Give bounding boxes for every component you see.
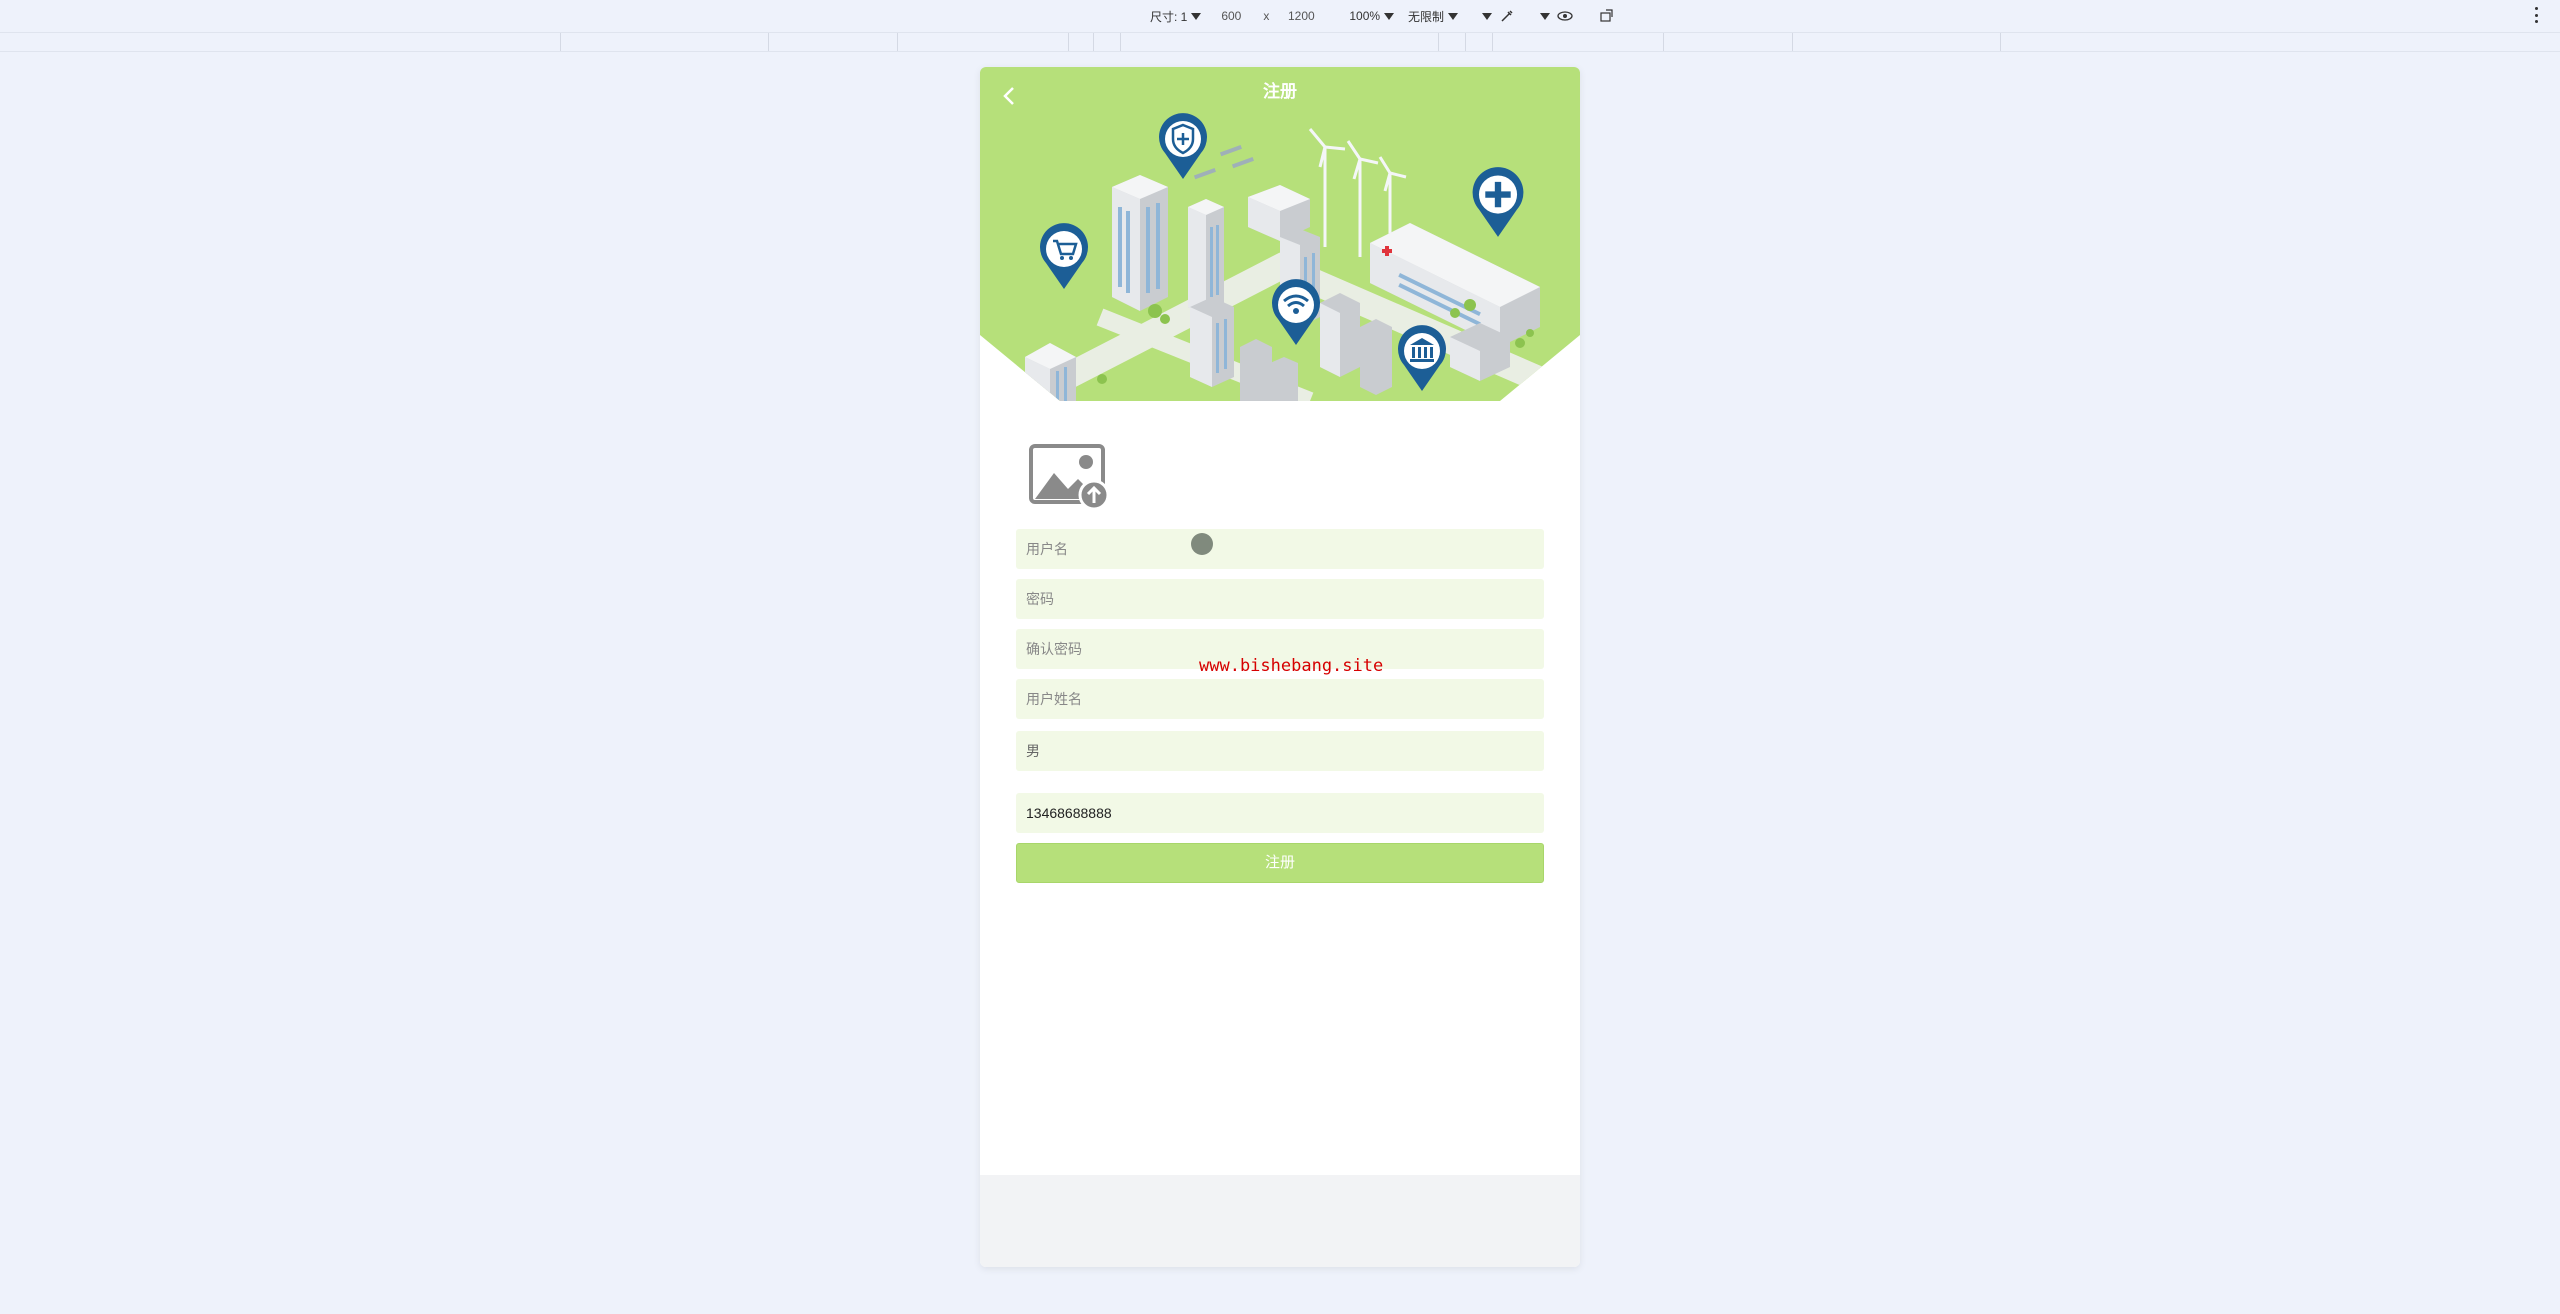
device-toolbar: 尺寸: 1 600 x 1200 100% 无限制 (1150, 6, 1616, 26)
chevron-down-icon[interactable] (1482, 12, 1493, 20)
username-input[interactable] (1026, 529, 1544, 569)
hero-banner (980, 67, 1580, 401)
throttle-label: 无限制 (1408, 9, 1445, 24)
touch-cursor (1191, 533, 1213, 555)
password-field[interactable] (1016, 579, 1544, 619)
phone-input[interactable] (1026, 793, 1544, 833)
name-input[interactable] (1026, 679, 1544, 719)
medical-cross-pin-icon (1472, 167, 1524, 237)
phone-field[interactable] (1016, 793, 1544, 833)
chevron-down-icon (1191, 12, 1202, 20)
chevron-left-icon (1003, 87, 1014, 105)
watermark-text: www.bishebang.site (1199, 656, 1384, 676)
bank-pin-icon (1398, 325, 1446, 391)
cart-pin-icon (1040, 223, 1088, 289)
eyedropper-icon[interactable] (1498, 7, 1516, 25)
gender-value: 男 (1026, 743, 1040, 759)
media-query-ruler (0, 32, 2560, 52)
height-input[interactable]: 1200 (1277, 9, 1325, 23)
register-button[interactable]: 注册 (1016, 843, 1544, 883)
rotate-icon[interactable] (1598, 7, 1616, 25)
wifi-pin-icon (1272, 279, 1320, 345)
zoom-label: 100% (1349, 9, 1381, 23)
gender-select[interactable]: 男 (1016, 731, 1544, 771)
more-options-icon[interactable] (2534, 7, 2538, 23)
times-sign: x (1263, 9, 1270, 23)
chevron-down-icon (1448, 12, 1459, 20)
footer-bar (980, 1175, 1580, 1267)
image-upload-icon (1029, 444, 1110, 511)
avatar-upload[interactable] (1028, 443, 1112, 513)
username-field[interactable] (1016, 529, 1544, 569)
chevron-down-icon[interactable] (1540, 12, 1551, 20)
shield-pin-icon (1159, 113, 1207, 179)
password-input[interactable] (1026, 579, 1544, 619)
name-field[interactable] (1016, 679, 1544, 719)
devtools-toolbar: 尺寸: 1 600 x 1200 100% 无限制 (0, 0, 2560, 32)
throttle-dropdown[interactable]: 无限制 (1408, 8, 1459, 25)
chevron-down-icon (1384, 12, 1395, 20)
eye-icon[interactable] (1556, 7, 1574, 25)
dimensions-dropdown[interactable]: 尺寸: 1 (1150, 8, 1202, 25)
zoom-dropdown[interactable]: 100% (1349, 9, 1395, 23)
width-input[interactable]: 600 (1207, 9, 1255, 23)
back-button[interactable] (994, 81, 1024, 111)
dimensions-label: 尺寸: 1 (1150, 9, 1188, 24)
